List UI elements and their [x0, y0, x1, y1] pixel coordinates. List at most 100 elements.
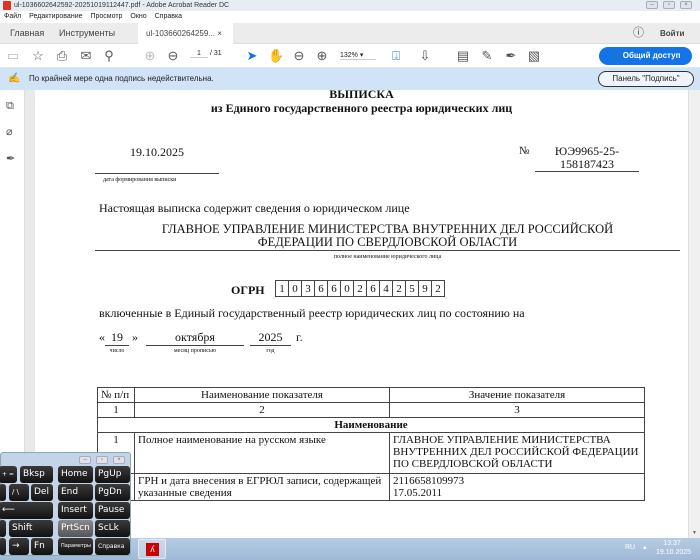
ogrn-digit: 9 [418, 280, 432, 297]
day-caption: число [109, 348, 125, 354]
row-name: ГРН и дата внесения в ЕГРЮЛ записи, соде… [134, 473, 390, 501]
key-sclk[interactable]: ScLk [95, 520, 130, 537]
key-fn[interactable]: Fn [31, 538, 53, 555]
key-equals[interactable]: + = [0, 466, 17, 483]
number-cell: 3 [389, 402, 645, 418]
key-pgup[interactable]: PgUp [95, 466, 130, 483]
included-text: включенные в Единый государственный реес… [99, 306, 525, 320]
ogrn-digit: 0 [288, 280, 302, 297]
tab-document-label: ul-103660264259... [146, 29, 215, 38]
pages-thumbnails-icon[interactable]: ⧉ [6, 100, 14, 113]
ogrn-digit: 4 [379, 280, 393, 297]
section-heading: Наименование [97, 417, 645, 433]
tray-expand-icon[interactable]: ▴ [643, 543, 647, 551]
help-icon[interactable]: ⓘ [633, 23, 644, 44]
header-cell: № п/п [97, 387, 135, 403]
tab-home[interactable]: Главная [10, 23, 44, 44]
menu-window[interactable]: Окно [130, 13, 146, 20]
key-backslash[interactable]: / \ [9, 484, 29, 501]
key-left[interactable] [0, 538, 6, 555]
attachments-paperclip-icon[interactable]: ⌀ [6, 125, 13, 138]
signin-link[interactable]: Войти [660, 23, 684, 44]
menu-edit[interactable]: Редактирование [29, 13, 82, 20]
kbd-restore-button[interactable]: ▫ [96, 456, 108, 464]
share-button[interactable]: 👤 Общий доступ [599, 47, 692, 65]
vertical-scrollbar[interactable]: ▼ [688, 90, 700, 538]
notice-text: По крайней мере одна подпись недействите… [29, 74, 214, 83]
key-z[interactable] [0, 520, 6, 537]
ogrn-digit: 5 [405, 280, 419, 297]
close-tab-icon[interactable]: × [217, 29, 222, 38]
menu-help[interactable]: Справка [155, 13, 182, 20]
kbd-close-button[interactable]: × [113, 456, 125, 464]
scroll-down-arrow-icon[interactable]: ▼ [692, 530, 697, 536]
ogrn-digit: 1 [275, 280, 289, 297]
data-table: № п/п Наименование показателя Значение п… [97, 387, 645, 501]
email-icon[interactable]: ✉ [78, 48, 94, 64]
select-cursor-icon[interactable]: ➤ [244, 48, 260, 64]
key-end[interactable]: End [58, 484, 93, 501]
tab-tools[interactable]: Инструменты [59, 23, 115, 44]
close-window-button[interactable]: × [680, 1, 692, 9]
key-right-arrow[interactable]: → [9, 538, 29, 555]
sign-icon[interactable]: ✒ [503, 48, 519, 64]
fit-page-icon[interactable]: ⍗ [388, 48, 404, 64]
menu-view[interactable]: Просмотр [90, 13, 122, 20]
key-home[interactable]: Home [58, 466, 93, 483]
minimize-button[interactable]: – [646, 1, 658, 9]
key-help[interactable]: Справка [95, 538, 130, 555]
comment-icon[interactable]: ▤ [455, 48, 471, 64]
key-del[interactable]: Del [31, 484, 53, 501]
key-insert[interactable]: Insert [58, 502, 93, 519]
print-icon[interactable]: ⎙ [54, 48, 70, 64]
key-prtscn[interactable]: PrtScn [58, 520, 93, 537]
clock[interactable]: 13:37 19.10.2025 [656, 539, 691, 557]
zoom-out-icon[interactable]: ⊖ [291, 48, 307, 64]
fill-sign-icon[interactable]: ▧ [526, 48, 542, 64]
highlight-pen-icon[interactable]: ✎ [479, 48, 495, 64]
table-number-row: 1 2 3 [97, 402, 645, 418]
language-indicator[interactable]: RU [625, 544, 635, 551]
zoom-select[interactable]: 132% ▾ [340, 51, 376, 60]
on-screen-keyboard: – ▫ × + = Bksp Home PgUp / \ Del End PgD… [0, 452, 131, 556]
scroll-mode-icon[interactable]: ⇩ [417, 48, 433, 64]
kbd-minimize-button[interactable]: – [79, 456, 91, 464]
tab-document[interactable]: ul-103660264259... × [138, 23, 233, 44]
intro-text: Настоящая выписка содержит сведения о юр… [99, 201, 410, 215]
signature-panel-button[interactable]: Панель "Подпись" [598, 71, 694, 87]
page-number-input[interactable]: 1 [190, 50, 208, 58]
zoom-in-icon[interactable]: ⊕ [314, 48, 330, 64]
hand-tool-icon[interactable]: ✋ [268, 48, 284, 64]
key-pgdn[interactable]: PgDn [95, 484, 130, 501]
row-value: ГЛАВНОЕ УПРАВЛЕНИЕ МИНИСТЕРСТВА ВНУТРЕНН… [389, 432, 645, 474]
invalid-signature-icon: ✍ [8, 73, 21, 84]
key-shift[interactable]: Shift [9, 520, 53, 537]
prev-page-icon[interactable]: ⊕ [142, 48, 158, 64]
key-options[interactable]: Параметры [58, 538, 93, 555]
pdf-page: ВЫПИСКА из Единого государственного реес… [35, 90, 688, 538]
key-pause[interactable]: Pause [95, 502, 130, 519]
next-page-icon[interactable]: ⊖ [165, 48, 181, 64]
signature-notice-bar: ✍ По крайней мере одна подпись недействи… [0, 68, 700, 90]
number-sign: № [519, 145, 530, 157]
bookmark-star-icon[interactable]: ☆ [30, 48, 46, 64]
taskbar-acrobat-button[interactable]: ʎ [138, 539, 166, 559]
ogrn-digit: 2 [431, 280, 445, 297]
signatures-pen-icon[interactable]: ✒ [6, 152, 15, 165]
restore-button[interactable]: ▫ [663, 1, 675, 9]
entity-name-line2: ФЕДЕРАЦИИ ПО СВЕРДЛОВСКОЙ ОБЛАСТИ [257, 235, 518, 249]
ogrn-digit: 6 [314, 280, 328, 297]
date-day: 19 [105, 330, 129, 346]
menu-bar: Файл Редактирование Просмотр Окно Справк… [0, 11, 700, 23]
key-enter[interactable]: ⟵ [0, 502, 53, 519]
ogrn-digit: 2 [353, 280, 367, 297]
extract-date: 19.10.2025 [95, 145, 219, 174]
ogrn-digit: 2 [392, 280, 406, 297]
search-icon[interactable]: ⚲ [101, 48, 117, 64]
key-bracket[interactable] [0, 484, 6, 501]
save-icon[interactable]: ▭ [5, 48, 21, 64]
menu-file[interactable]: Файл [4, 13, 21, 20]
table-row: ГРН и дата внесения в ЕГРЮЛ записи, соде… [97, 473, 645, 501]
key-bksp[interactable]: Bksp [20, 466, 53, 483]
table-header-row: № п/п Наименование показателя Значение п… [97, 387, 645, 403]
